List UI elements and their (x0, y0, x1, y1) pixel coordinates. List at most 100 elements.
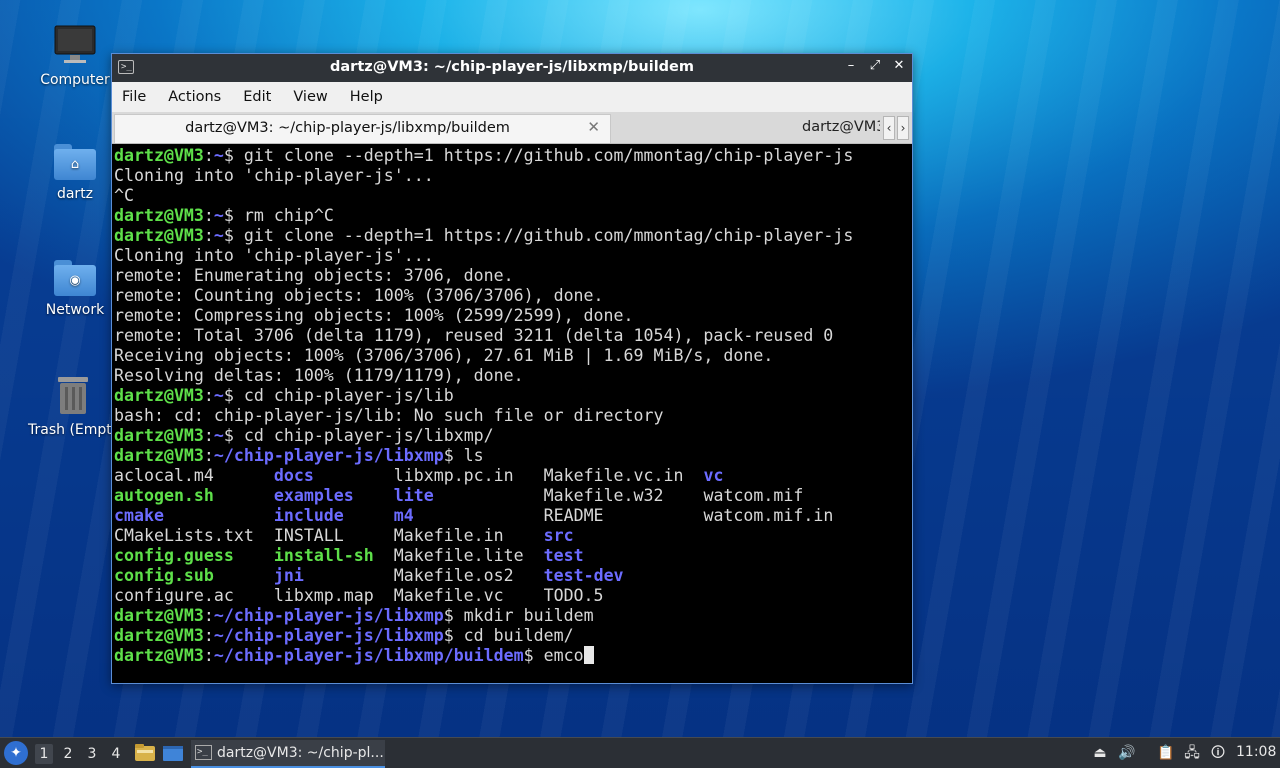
terminal-text-green: dartz@VM3 (114, 626, 204, 645)
maximize-button[interactable]: ⤢ (868, 58, 882, 73)
terminal-line: Resolving deltas: 100% (1179/1179), done… (114, 366, 910, 386)
workspace-2[interactable]: 2 (59, 744, 77, 764)
network-icon[interactable]: 🖧 (1182, 743, 1202, 763)
terminal-text-green: install-sh (273, 546, 374, 565)
terminal-text-blue: cmake (114, 506, 164, 525)
terminal-line: remote: Total 3706 (delta 1179), reused … (114, 326, 910, 346)
terminal-text-green: dartz@VM3 (114, 426, 204, 445)
terminal-line: dartz@VM3:~$ cd chip-player-js/lib (114, 386, 910, 406)
terminal-text: Makefile.lite (373, 546, 544, 565)
workspace-3[interactable]: 3 (83, 744, 101, 764)
terminal-output[interactable]: dartz@VM3:~$ git clone --depth=1 https:/… (114, 146, 910, 681)
eject-icon[interactable]: ⏏ (1090, 743, 1110, 763)
terminal-line: remote: Enumerating objects: 3706, done. (114, 266, 910, 286)
terminal-text-green: dartz@VM3 (114, 226, 204, 245)
notification-icon[interactable]: 🛈 (1208, 743, 1228, 763)
clipboard-icon[interactable]: 📋 (1156, 743, 1176, 763)
terminal-text: Receiving objects: 100% (3706/3706), 27.… (114, 346, 774, 365)
terminal-line: dartz@VM3:~$ git clone --depth=1 https:/… (114, 146, 910, 166)
terminal-text: : (203, 626, 214, 645)
terminal-line: dartz@VM3:~/chip-player-js/libxmp/builde… (114, 646, 910, 666)
terminal-text-blue: ~ (213, 386, 224, 405)
terminal-text: Makefile.os2 (303, 566, 544, 585)
terminal-text: $ git clone --depth=1 https://github.com… (223, 146, 854, 165)
terminal-text-blue: test (543, 546, 584, 565)
terminal-text-blue: ~/chip-player-js/libxmp (213, 446, 444, 465)
desktop-icon-computer[interactable]: Computer (27, 24, 123, 88)
task-label: dartz@VM3: ~/chip-pl... (217, 745, 384, 761)
terminal-text: remote: Compressing objects: 100% (2599/… (114, 306, 634, 325)
home-folder-icon: ⌂ (54, 144, 96, 180)
menu-file[interactable]: File (122, 89, 146, 105)
close-button[interactable]: ✕ (892, 58, 906, 73)
terminal-text-green: dartz@VM3 (114, 446, 204, 465)
trash-icon (58, 377, 88, 414)
tab-close-icon[interactable]: ✕ (587, 118, 600, 136)
minimize-button[interactable]: – (844, 58, 858, 73)
terminal-text-blue: include (273, 506, 344, 525)
terminal-text: Cloning into 'chip-player-js'... (114, 166, 434, 185)
terminal-text: : (203, 386, 214, 405)
volume-icon[interactable]: 🔊 (1117, 743, 1137, 763)
tab-libxmp[interactable]: dartz@VM3: ~/chip-player-js/libxmp (802, 119, 880, 135)
tab-buildem[interactable]: dartz@VM3: ~/chip-player-js/libxmp/build… (114, 114, 611, 143)
taskbar: ✦ 1 2 3 4 >_ dartz@VM3: ~/chip-pl... ⏏ 🔊… (0, 737, 1280, 768)
menu-edit[interactable]: Edit (243, 89, 271, 105)
terminal-text-blue: ~/chip-player-js/libxmp (213, 626, 444, 645)
terminal-cursor (583, 646, 594, 664)
terminal-text: $ cd chip-player-js/lib (223, 386, 454, 405)
terminal-text-blue: vc (703, 466, 724, 485)
terminal-text: $ ls (443, 446, 484, 465)
menu-logo-icon[interactable]: ✦ (4, 741, 28, 765)
terminal-text: : (203, 426, 214, 445)
tab-scroll-right-button[interactable]: › (897, 116, 909, 140)
terminal-line: cmake include m4 README watcom.mif.in (114, 506, 910, 526)
terminal-text-blue: ~/chip-player-js/libxmp/buildem (213, 646, 524, 665)
terminal-text-blue: ~ (213, 206, 224, 225)
workspace-4[interactable]: 4 (107, 744, 125, 764)
network-folder-icon: ◉ (54, 260, 96, 296)
terminal-text: $ cd chip-player-js/libxmp/ (223, 426, 494, 445)
terminal-line: remote: Compressing objects: 100% (2599/… (114, 306, 910, 326)
terminal-text-blue: ~ (213, 426, 224, 445)
terminal-line: dartz@VM3:~/chip-player-js/libxmp$ mkdir… (114, 606, 910, 626)
terminal-text: README watcom.mif.in (413, 506, 834, 525)
tab-scroll-left-button[interactable]: ‹ (883, 116, 895, 140)
file-manager-icon[interactable] (134, 743, 156, 763)
desktop-icon-label: Computer (40, 72, 110, 88)
terminal-text: : (203, 146, 214, 165)
terminal-text-blue: ~/chip-player-js/libxmp (213, 606, 444, 625)
terminal-line: dartz@VM3:~$ rm chip^C (114, 206, 910, 226)
terminal-line: dartz@VM3:~/chip-player-js/libxmp$ ls (114, 446, 910, 466)
terminal-line: Cloning into 'chip-player-js'... (114, 246, 910, 266)
terminal-text: $ git clone --depth=1 https://github.com… (223, 226, 854, 245)
desktop-icon-dartz[interactable]: ⌂ dartz (27, 144, 123, 202)
terminal-line: dartz@VM3:~$ cd chip-player-js/libxmp/ (114, 426, 910, 446)
terminal-text: remote: Enumerating objects: 3706, done. (114, 266, 514, 285)
terminal-line: configure.ac libxmp.map Makefile.vc TODO… (114, 586, 910, 606)
terminal-text: : (203, 206, 214, 225)
terminal-text-blue: ~ (213, 146, 224, 165)
desktop-icon-network[interactable]: ◉ Network (27, 260, 123, 318)
menu-help[interactable]: Help (350, 89, 383, 105)
window-titlebar[interactable]: >_ dartz@VM3: ~/chip-player-js/libxmp/bu… (112, 54, 912, 82)
terminal-text-green: dartz@VM3 (114, 606, 204, 625)
terminal-text: : (203, 646, 214, 665)
terminal-text-green: dartz@VM3 (114, 146, 204, 165)
terminal-text: $ mkdir buildem (443, 606, 594, 625)
terminal-text: remote: Total 3706 (delta 1179), reused … (114, 326, 834, 345)
menu-view[interactable]: View (293, 89, 327, 105)
window-title: dartz@VM3: ~/chip-player-js/libxmp/build… (330, 59, 694, 75)
menu-actions[interactable]: Actions (168, 89, 221, 105)
terminal-line: aclocal.m4 docs libxmp.pc.in Makefile.vc… (114, 466, 910, 486)
terminal-text: : (203, 606, 214, 625)
show-desktop-icon[interactable] (162, 743, 184, 763)
terminal-window[interactable]: >_ dartz@VM3: ~/chip-player-js/libxmp/bu… (111, 53, 913, 684)
taskbar-terminal-task[interactable]: >_ dartz@VM3: ~/chip-pl... (191, 740, 385, 768)
terminal-text-green: dartz@VM3 (114, 386, 204, 405)
workspace-1[interactable]: 1 (35, 744, 53, 764)
terminal-text-blue: ~ (213, 226, 224, 245)
terminal-text: $ rm chip^C (223, 206, 334, 225)
